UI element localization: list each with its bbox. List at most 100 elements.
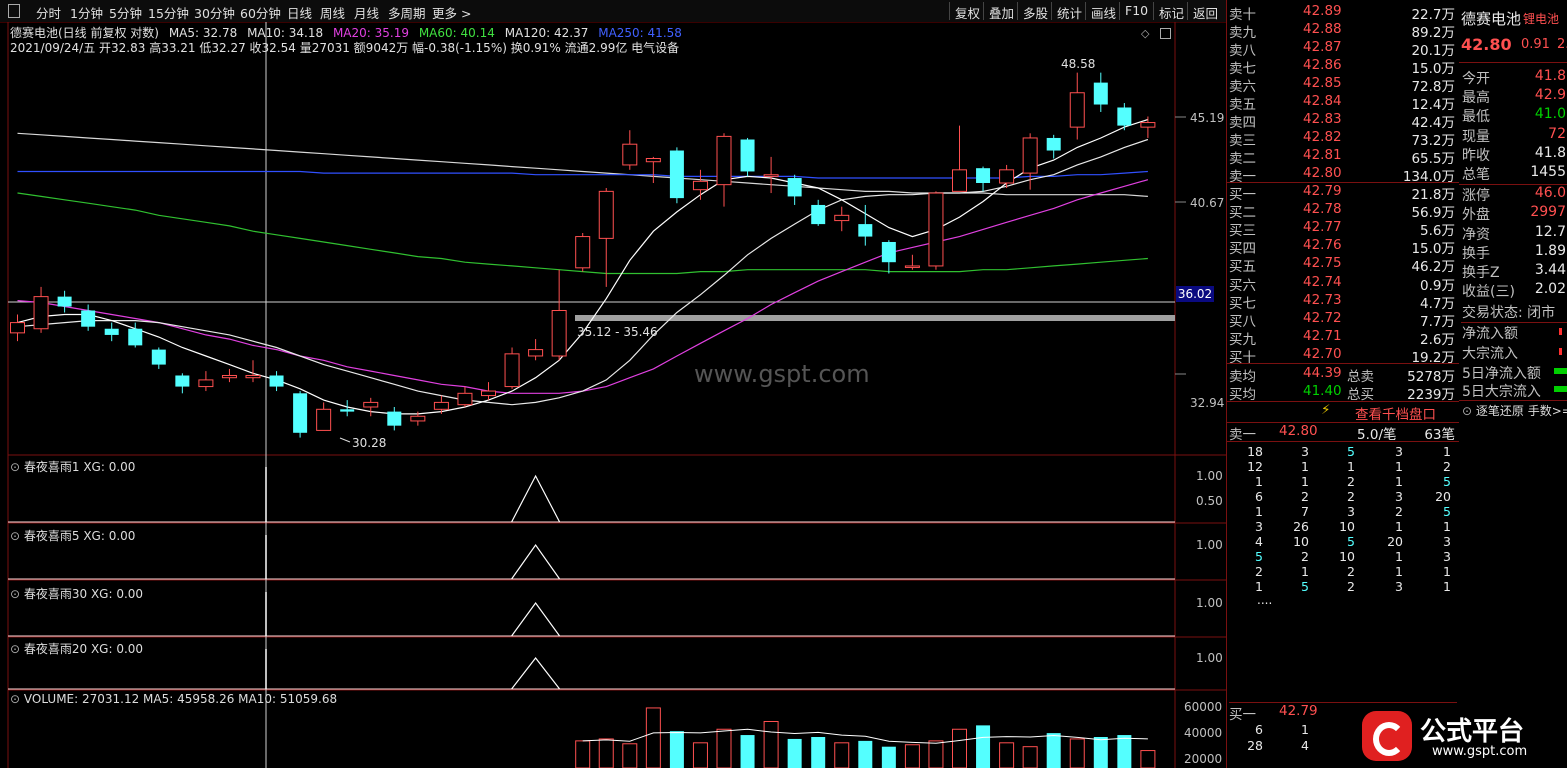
stat-row: 总笔 1455 (1462, 164, 1567, 183)
candle (57, 290, 72, 313)
indicator-title-1[interactable]: ⊙ 春夜喜雨1 XG: 0.00 (10, 458, 135, 475)
level-volume: 72.8万 (1411, 79, 1455, 95)
level-price: 42.83 (1303, 111, 1342, 127)
range-annotation: 35.12 - 35.46 (577, 325, 658, 339)
candle-body (1046, 137, 1061, 151)
bid-level-row[interactable]: 买三 42.77 5.6万 (1229, 219, 1457, 239)
price-change: 0.91 (1521, 37, 1550, 52)
volume-bar (881, 746, 896, 768)
volume-bar (669, 731, 684, 768)
ask-level-row[interactable]: 卖七 42.86 15.0万 (1229, 57, 1457, 77)
depth-link[interactable]: ⚡ 查看千档盘口 (1227, 401, 1459, 423)
stat-label: 收益(三) (1462, 284, 1515, 301)
level-label: 买六 (1229, 277, 1256, 294)
stat-value: 46.0 (1534, 185, 1566, 202)
logo-text: 公式平台 (1420, 717, 1525, 747)
ask-level-row[interactable]: 卖六 42.85 72.8万 (1229, 75, 1457, 95)
candle-body (433, 401, 449, 410)
stat-value: 41.8 (1534, 144, 1566, 161)
ask-level-row[interactable]: 卖九 42.88 89.2万 (1229, 21, 1457, 41)
candle (598, 188, 614, 287)
level-volume: 73.2万 (1411, 133, 1455, 149)
price-tick: 40.67 (1190, 196, 1225, 210)
bid-level-row[interactable]: 买七 42.73 4.7万 (1229, 292, 1457, 312)
tick-replay-tab[interactable]: ⊙ 逐笔还原 手数>= (1462, 402, 1567, 419)
ask-level-row[interactable]: 卖三 42.82 73.2万 (1229, 129, 1457, 149)
level-label: 卖三 (1229, 133, 1256, 149)
candle-body (481, 390, 496, 397)
block-inflow-row: 大宗流入 (1462, 343, 1567, 362)
candle-body (999, 169, 1015, 184)
bid-level-row[interactable]: 买九 42.71 2.6万 (1229, 328, 1457, 348)
candle (387, 406, 402, 431)
bid-level-row[interactable]: 买八 42.72 7.7万 (1229, 310, 1457, 330)
level-label: 卖二 (1229, 151, 1256, 167)
sector-label[interactable]: 锂电池 (1523, 10, 1559, 27)
ask-level-row[interactable]: 卖八 42.87 20.1万 (1229, 39, 1457, 59)
candle (151, 347, 166, 369)
level-volume: 4.7万 (1420, 295, 1455, 312)
bid-level-row[interactable]: 买六 42.74 0.9万 (1229, 274, 1457, 294)
indicator-tick: 0.50 (1196, 494, 1223, 508)
ask-level-row[interactable]: 卖五 42.84 12.4万 (1229, 93, 1457, 113)
candle (669, 147, 684, 204)
bid-level-row[interactable]: 买五 42.75 46.2万 (1229, 255, 1457, 275)
indicator-tick: 1.00 (1196, 469, 1223, 483)
queue-more[interactable]: .... (1257, 593, 1272, 607)
ask-level-row[interactable]: 卖十 42.89 22.7万 (1229, 3, 1457, 23)
ask-level-row[interactable]: 卖二 42.81 65.5万 (1229, 147, 1457, 167)
stat-label: 今开 (1462, 71, 1490, 87)
queue-row: 21211 (1255, 564, 1451, 579)
bid-level-row[interactable]: 买一 42.79 21.8万 (1229, 183, 1457, 203)
volume-tick: 40000 (1184, 726, 1223, 740)
candle-body (387, 411, 402, 426)
bid-level-row[interactable]: 买二 42.78 56.9万 (1229, 201, 1457, 221)
stat-label: 最高 (1462, 90, 1490, 107)
level-volume: 15.0万 (1411, 241, 1455, 258)
stat-value: 1.89 (1534, 242, 1566, 259)
level-volume: 22.7万 (1411, 7, 1455, 23)
level-price: 42.82 (1303, 129, 1342, 145)
candlestick-chart[interactable] (0, 0, 1226, 768)
volume-bar (575, 740, 591, 768)
candle-body (316, 408, 332, 431)
candle (316, 402, 332, 431)
stat-value: 2.02 (1534, 281, 1566, 298)
ask-level-row[interactable]: 卖四 42.83 42.4万 (1229, 111, 1457, 131)
candle-body (363, 401, 379, 408)
net-inflow-row: 净流入额 (1462, 323, 1567, 342)
candle (293, 391, 308, 438)
candle (740, 137, 755, 177)
volume-bar (976, 725, 991, 768)
volume-title[interactable]: ⊙ VOLUME: 27031.12 MA5: 45958.26 MA10: 5… (10, 692, 337, 706)
level-volume: 89.2万 (1411, 25, 1455, 41)
candle (834, 206, 850, 232)
candle-body (881, 241, 896, 263)
level-price: 42.89 (1303, 3, 1342, 19)
bid-queue-row: 61 (1255, 722, 1309, 737)
queue-row: 3 26 10 1 1 (1255, 519, 1451, 534)
stat-value: 41.8 (1534, 68, 1566, 84)
candle-body (763, 174, 779, 177)
level-volume: 15.0万 (1411, 61, 1455, 77)
bid-level-row[interactable]: 买十 42.70 19.2万 (1229, 346, 1457, 366)
candle-body (692, 180, 708, 191)
candle-body (740, 139, 755, 172)
stat-label: 涨停 (1462, 188, 1490, 205)
candle (198, 371, 214, 392)
volume-bar (858, 740, 873, 768)
volume-tick: 60000 (1184, 700, 1223, 714)
logo-url: www.gspt.com (1432, 744, 1528, 759)
stat-label: 外盘 (1462, 207, 1490, 224)
indicator-title-4[interactable]: ⊙ 春夜喜雨20 XG: 0.00 (10, 640, 143, 657)
volume-bar (622, 743, 638, 768)
stat-value: 12.7 (1534, 223, 1566, 240)
ask-level-row[interactable]: 卖一 42.80 134.0万 (1229, 165, 1457, 185)
indicator-title-2[interactable]: ⊙ 春夜喜雨5 XG: 0.00 (10, 527, 135, 544)
indicator-tick: 1.00 (1196, 538, 1223, 552)
bid-level-row[interactable]: 买四 42.76 15.0万 (1229, 237, 1457, 258)
level-price: 42.87 (1303, 39, 1342, 55)
indicator-title-3[interactable]: ⊙ 春夜喜雨30 XG: 0.00 (10, 585, 143, 602)
volume-bar (811, 737, 826, 768)
volume-bar (1022, 746, 1038, 768)
